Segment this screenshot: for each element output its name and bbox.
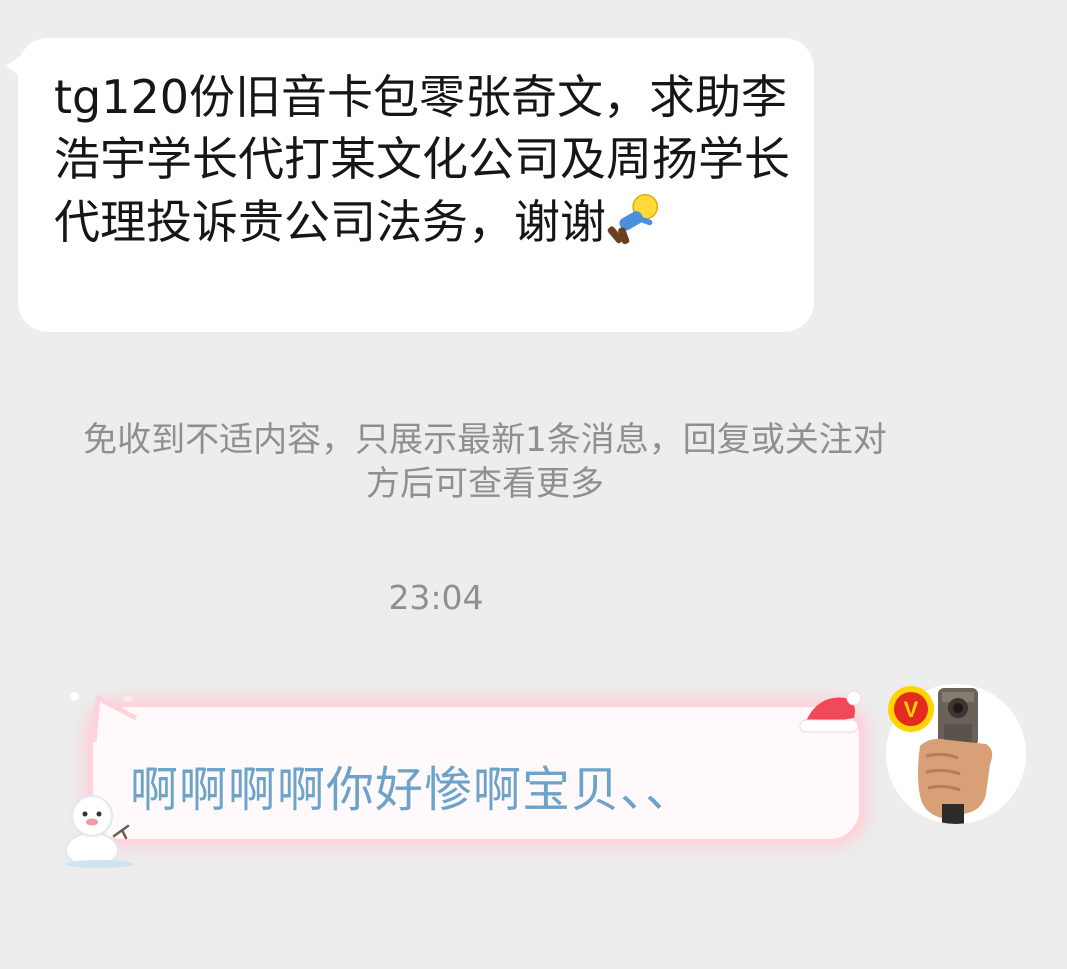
system-notice: 免收到不适内容，只展示最新1条消息，回复或关注对 方后可查看更多 [0,418,1030,506]
incoming-message-content: tg120份旧音卡包零张奇文，求助李浩宇学长代打某文化公司及周扬学长代理投诉贵公… [54,70,790,249]
snow-dot-decoration [70,692,79,701]
shrug-person-emoji-icon [607,193,659,245]
message-timestamp: 23:04 [388,578,484,617]
user-avatar[interactable]: V [886,684,1026,824]
incoming-message-text: tg120份旧音卡包零张奇文，求助李浩宇学长代打某文化公司及周扬学长代理投诉贵公… [54,66,794,253]
verified-badge-label: V [904,697,919,722]
incoming-message-bubble[interactable]: tg120份旧音卡包零张奇文，求助李浩宇学长代打某文化公司及周扬学长代理投诉贵公… [6,38,814,332]
snowman-icon [65,795,134,868]
outgoing-message: 啊啊啊啊你好惨啊宝贝、、 [60,688,870,868]
system-notice-line-2: 方后可查看更多 [366,464,604,504]
verified-badge-icon: V [888,686,934,732]
santa-hat-icon [799,690,862,733]
system-notice-line-1: 免收到不适内容，只展示最新1条消息，回复或关注对 [83,420,887,460]
outgoing-message-text: 啊啊啊啊你好惨啊宝贝、、 [130,762,695,818]
